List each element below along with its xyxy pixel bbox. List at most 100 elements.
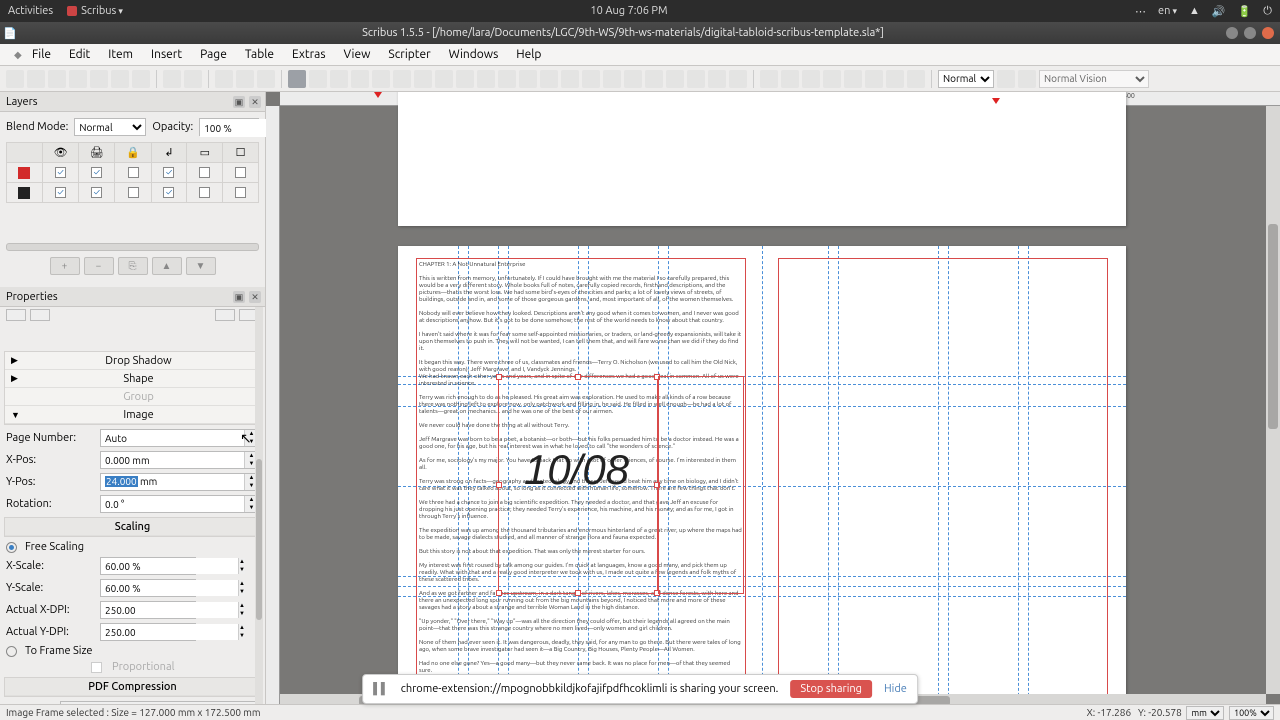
- shape-section[interactable]: ▶Shape: [5, 370, 260, 388]
- calligraphic-icon[interactable]: [540, 70, 558, 88]
- free-scaling-radio[interactable]: [6, 542, 17, 553]
- link-icon[interactable]: [886, 70, 904, 88]
- paste-icon[interactable]: [257, 70, 275, 88]
- menu-scripter[interactable]: Scripter: [380, 46, 438, 63]
- vertical-scrollbar[interactable]: [1266, 106, 1280, 694]
- properties-panel-header[interactable]: Properties ▣✕: [0, 287, 265, 307]
- layers-shade-icon[interactable]: ▣: [233, 96, 245, 108]
- zoom-select[interactable]: 100%: [1229, 706, 1274, 720]
- pdf-button-icon[interactable]: [760, 70, 778, 88]
- copy-props-icon[interactable]: [708, 70, 726, 88]
- vision-select[interactable]: Normal Vision: [1039, 70, 1149, 88]
- layer-duplicate-button[interactable]: ⎘: [118, 257, 148, 275]
- menu-item[interactable]: Item: [100, 46, 141, 63]
- xscale-input[interactable]: [101, 558, 238, 574]
- spiral-icon[interactable]: [456, 70, 474, 88]
- text-frame-icon[interactable]: [309, 70, 327, 88]
- polygon-icon[interactable]: [435, 70, 453, 88]
- yscale-input[interactable]: [101, 580, 238, 596]
- shape-icon[interactable]: [393, 70, 411, 88]
- radio-icon[interactable]: [907, 70, 925, 88]
- page-number-input[interactable]: [101, 430, 244, 446]
- battery-icon[interactable]: 🔋: [1238, 5, 1252, 18]
- layers-panel-header[interactable]: Layers ▣✕: [0, 92, 265, 112]
- clock[interactable]: 10 Aug 7:06 PM: [123, 5, 1135, 17]
- basepoint-icon[interactable]: [6, 309, 26, 321]
- layers-close-icon[interactable]: ✕: [249, 96, 261, 108]
- layer-down-button[interactable]: ▼: [186, 257, 216, 275]
- minimize-button[interactable]: [1226, 27, 1238, 39]
- unlink-text-icon[interactable]: [666, 70, 684, 88]
- close-icon[interactable]: [69, 70, 87, 88]
- pdf-combo-icon[interactable]: [823, 70, 841, 88]
- select-tool-icon[interactable]: [288, 70, 306, 88]
- zoom-icon[interactable]: [582, 70, 600, 88]
- open-icon[interactable]: [27, 70, 45, 88]
- layer-row[interactable]: [7, 183, 259, 203]
- vertical-ruler[interactable]: [266, 106, 280, 708]
- menu-icon[interactable]: ⋯: [1135, 5, 1146, 18]
- stop-sharing-button[interactable]: Stop sharing: [790, 680, 872, 698]
- print-icon[interactable]: [90, 70, 108, 88]
- render-frame-icon[interactable]: [351, 70, 369, 88]
- line-icon[interactable]: [477, 70, 495, 88]
- lang-indicator[interactable]: en: [1158, 5, 1177, 17]
- save-icon[interactable]: [48, 70, 66, 88]
- menu-page[interactable]: Page: [192, 46, 235, 63]
- annot-icon[interactable]: [865, 70, 883, 88]
- ypos-input[interactable]: 24.000 mm: [101, 474, 244, 490]
- menu-table[interactable]: Table: [237, 46, 282, 63]
- to-frame-radio[interactable]: [6, 646, 17, 657]
- menu-windows[interactable]: Windows: [441, 46, 507, 63]
- drop-shadow-section[interactable]: ▶Drop Shadow: [5, 352, 260, 370]
- table-icon[interactable]: [372, 70, 390, 88]
- bezier-icon[interactable]: [498, 70, 516, 88]
- page-prev[interactable]: [398, 92, 1126, 226]
- edit-contents-icon[interactable]: [603, 70, 621, 88]
- props-close-icon[interactable]: ✕: [249, 291, 261, 303]
- eyedropper-icon[interactable]: [729, 70, 747, 88]
- pdf-check-icon[interactable]: [802, 70, 820, 88]
- maximize-button[interactable]: [1244, 27, 1256, 39]
- menu-help[interactable]: Help: [508, 46, 549, 63]
- menu-file[interactable]: File: [24, 46, 59, 63]
- pdf-list-icon[interactable]: [844, 70, 862, 88]
- measure-icon[interactable]: [687, 70, 705, 88]
- right-page-frame[interactable]: [778, 258, 1108, 704]
- freehand-icon[interactable]: [519, 70, 537, 88]
- dpi-x-input[interactable]: [101, 602, 238, 618]
- layer-up-button[interactable]: ▲: [152, 257, 182, 275]
- redo-icon[interactable]: [184, 70, 202, 88]
- cms-icon[interactable]: [997, 70, 1015, 88]
- pdf-icon[interactable]: [132, 70, 150, 88]
- menu-view[interactable]: View: [336, 46, 379, 63]
- props-scrollbar[interactable]: [255, 307, 263, 708]
- link-text-icon[interactable]: [645, 70, 663, 88]
- arc-icon[interactable]: [414, 70, 432, 88]
- layer-row[interactable]: [7, 163, 259, 183]
- copy-icon[interactable]: [236, 70, 254, 88]
- menu-extras[interactable]: Extras: [284, 46, 334, 63]
- power-icon[interactable]: ⏻: [1263, 5, 1272, 18]
- canvas-area[interactable]: 0 50 100 150 200 250 300 350 400: [266, 92, 1280, 708]
- preview-icon[interactable]: [1018, 70, 1036, 88]
- network-icon[interactable]: ▲: [1189, 5, 1200, 17]
- pdf-text-icon[interactable]: [781, 70, 799, 88]
- unit-select[interactable]: mm: [1186, 706, 1224, 720]
- props-shade-icon[interactable]: ▣: [233, 291, 245, 303]
- image-frame-icon[interactable]: [330, 70, 348, 88]
- layer-delete-button[interactable]: −: [84, 257, 114, 275]
- image-frame-2[interactable]: [658, 376, 744, 594]
- new-icon[interactable]: [6, 70, 24, 88]
- rotation-input[interactable]: [101, 496, 244, 512]
- undo-icon[interactable]: [163, 70, 181, 88]
- image-section[interactable]: ▼Image: [5, 406, 260, 424]
- app-menu[interactable]: Scribus: [67, 5, 123, 17]
- layer-add-button[interactable]: +: [50, 257, 80, 275]
- xpos-input[interactable]: [101, 452, 244, 468]
- cut-icon[interactable]: [215, 70, 233, 88]
- layers-scrollbar[interactable]: [6, 243, 259, 251]
- menu-edit[interactable]: Edit: [61, 46, 98, 63]
- activities-button[interactable]: Activities: [8, 5, 53, 17]
- view-mode-select[interactable]: Normal: [938, 70, 994, 88]
